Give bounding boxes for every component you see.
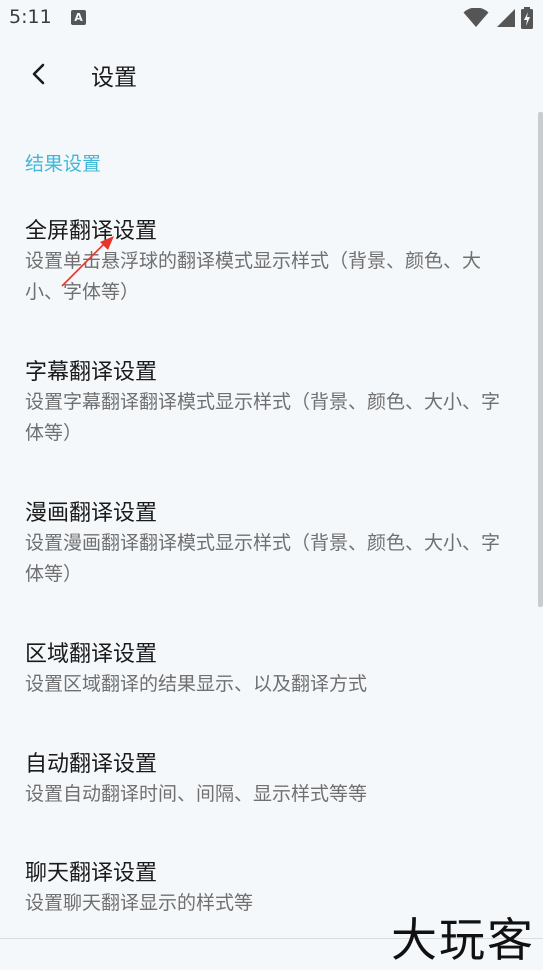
setting-item-comic[interactable]: 漫画翻译设置 设置漫画翻译翻译模式显示样式（背景、颜色、大小、字体等）: [0, 495, 520, 595]
section-header-results: 结果设置: [25, 153, 102, 175]
app-bar: 设置: [0, 45, 543, 105]
setting-item-desc: 设置自动翻译时间、间隔、显示样式等等: [25, 783, 368, 805]
scrollbar[interactable]: [538, 112, 543, 607]
status-time: 5:11: [9, 6, 52, 28]
chevron-left-icon: [32, 63, 45, 85]
setting-item-desc: 设置漫画翻译翻译模式显示样式（背景、颜色、大小、字体等）: [25, 532, 501, 585]
notification-a-icon: A: [71, 10, 86, 25]
annotation-arrow-icon: [61, 236, 114, 287]
setting-item-desc: 设置区域翻译的结果显示、以及翻译方式: [25, 673, 368, 695]
wifi-icon: [463, 8, 489, 27]
setting-item-title: 区域翻译设置: [25, 642, 158, 667]
setting-item-auto[interactable]: 自动翻译设置 设置自动翻译时间、间隔、显示样式等等: [0, 746, 520, 816]
setting-item-title: 漫画翻译设置: [25, 501, 158, 526]
battery-charging-icon: [521, 7, 533, 29]
page-title: 设置: [91, 65, 137, 91]
setting-item-subtitle[interactable]: 字幕翻译设置 设置字幕翻译翻译模式显示样式（背景、颜色、大小、字体等）: [0, 354, 520, 454]
watermark-logo: 大玩客: [391, 913, 535, 967]
back-button[interactable]: [22, 57, 56, 91]
setting-item-title: 聊天翻译设置: [25, 861, 158, 886]
setting-item-region[interactable]: 区域翻译设置 设置区域翻译的结果显示、以及翻译方式: [0, 636, 520, 706]
signal-icon: [496, 9, 515, 27]
setting-item-title: 自动翻译设置: [25, 752, 158, 777]
status-icons: [463, 7, 533, 29]
setting-item-desc: 设置字幕翻译翻译模式显示样式（背景、颜色、大小、字体等）: [25, 391, 501, 444]
status-bar: 5:11 A: [0, 0, 543, 38]
setting-item-title: 字幕翻译设置: [25, 360, 158, 385]
